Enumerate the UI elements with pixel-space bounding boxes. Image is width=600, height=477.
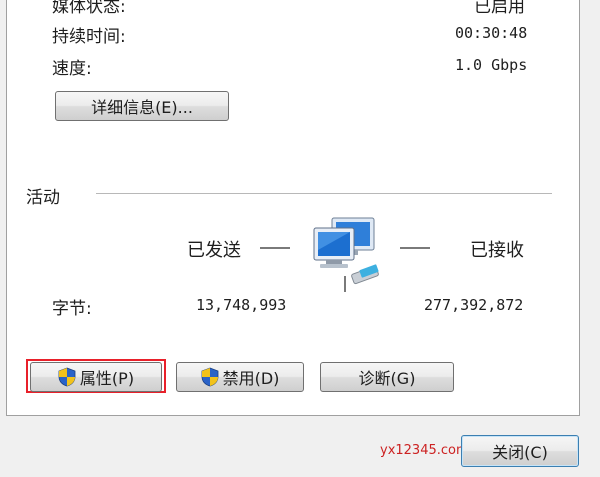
disable-button[interactable]: 禁用(D) [176,362,304,392]
bytes-sent-value: 13,748,993 [196,296,287,314]
properties-button[interactable]: 属性(P) [30,362,162,392]
duration-label: 持续时间: [52,27,126,47]
sent-connector [260,247,290,249]
uac-shield-icon [201,367,219,387]
close-button[interactable]: 关闭(C) [461,435,579,467]
activity-divider [96,193,552,194]
details-button-label: 详细信息(E)... [91,98,193,117]
received-connector [400,247,430,249]
diagnose-button-label: 诊断(G) [358,369,416,388]
duration-value: 00:30:48 [455,24,528,42]
sent-label: 已发送 [187,240,241,261]
properties-button-label: 属性(P) [79,369,135,388]
disable-button-label: 禁用(D) [222,369,280,388]
uac-shield-icon [58,367,76,387]
details-button[interactable]: 详细信息(E)... [55,91,229,121]
watermark-text: yx12345.com [380,443,469,458]
activity-section-label: 活动 [26,188,60,208]
bytes-label: 字节: [52,299,92,319]
media-state-label: 媒体状态: [52,0,126,17]
media-state-value: 已启用 [474,0,525,17]
network-computers-icon [300,214,400,294]
close-button-label: 关闭(C) [492,443,548,462]
diagnose-button[interactable]: 诊断(G) [320,362,454,392]
speed-value: 1.0 Gbps [455,56,528,74]
bytes-received-value: 277,392,872 [424,296,524,314]
speed-label: 速度: [52,59,92,79]
received-label: 已接收 [470,240,524,261]
